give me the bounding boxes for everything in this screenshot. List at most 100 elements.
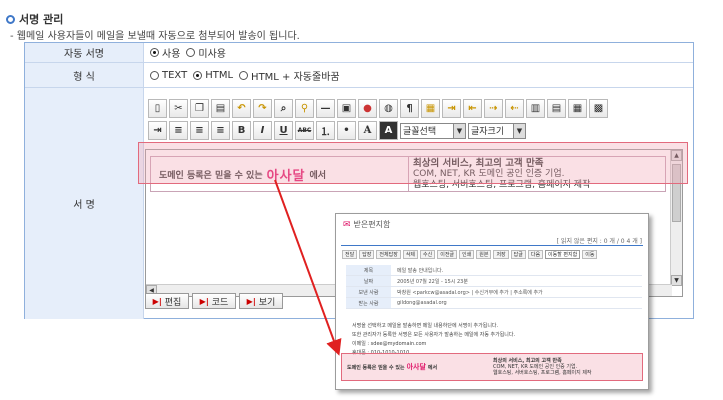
align-center-icon[interactable]: ≡ (190, 121, 209, 140)
preview-header-row: 보낸 사람 박창원 <parkcw@asadal.org> | 수신거부에 추가… (346, 287, 642, 298)
find-icon[interactable]: ⌕ (274, 99, 293, 118)
preview-forward-button[interactable]: 전달 (342, 250, 358, 259)
format-html-autowrap-radio[interactable]: HTML + 자동줄바꿈 (239, 68, 340, 83)
preview-title-text: 받은편지함 (353, 220, 391, 229)
preview-reply-button[interactable]: 답장 (359, 250, 375, 259)
format-text-radio[interactable]: TEXT (150, 70, 187, 81)
section-description: - 웹메일 사용자들이 메일을 보낼때 자동으로 첨부되어 발송이 됩니다. (10, 31, 300, 42)
paste-icon[interactable]: ▤ (211, 99, 230, 118)
background-color-icon[interactable]: A (379, 121, 398, 140)
font-size-select-value: 글자크기 (471, 127, 505, 137)
mode-marker-icon: ▶| (152, 296, 162, 306)
preview-next-button[interactable]: 다음 (527, 250, 544, 259)
preview-signature-left: 도메인 등록은 믿을 수 있는 아사달 에서 (342, 354, 493, 380)
cut-icon[interactable]: ✂ (169, 99, 188, 118)
radio-selected-icon (150, 48, 159, 57)
section-title: 서명 관리 (6, 11, 63, 27)
split-cells-icon[interactable]: ▤ (547, 99, 566, 118)
mode-marker-icon: ▶| (199, 296, 209, 306)
strikethrough-button[interactable]: ABC (295, 121, 314, 140)
preview-title: ✉ 받은편지함 (343, 219, 390, 230)
copy-icon[interactable]: ❐ (190, 99, 209, 118)
radio-label: HTML + 자동줄바꿈 (251, 71, 340, 83)
radio-label: 미사용 (198, 49, 227, 60)
radio-selected-icon (193, 70, 203, 80)
redo-icon[interactable]: ↷ (253, 99, 272, 118)
mail-preview-popup: ✉ 받은편지함 [ 읽지 않은 편지 : 0 개 / 0 4 개 ] 전달 답장… (335, 213, 649, 390)
signature-label: 서 명 (25, 88, 144, 319)
italic-button[interactable]: I (253, 121, 272, 140)
preview-toolbar: 전달 답장 전체답장 삭제 수신 이전글 인쇄 원본 저장 답글 다음 이동할 … (342, 250, 598, 259)
font-family-select-value: 글꼴선택 (403, 127, 437, 137)
preview-move-button[interactable]: 이동 (582, 250, 598, 259)
preview-mode-button[interactable]: ▶| 보기 (239, 293, 283, 309)
font-size-select[interactable]: 글자크기 ▼ (468, 122, 526, 139)
radio-label: 사용 (162, 49, 181, 60)
paragraph-icon[interactable]: ¶ (400, 99, 419, 118)
preview-receive-button[interactable]: 수신 (420, 250, 436, 259)
editor-toolbar-row-2: ⇥ ≡ ≡ ≡ B I U ABC ⒈ • A A 글꼴선택 ▼ 글자크기 ▼ (148, 121, 526, 140)
merge-cells-icon[interactable]: ▥ (526, 99, 545, 118)
mode-label: 보기 (258, 297, 276, 308)
ordered-list-icon[interactable]: ⒈ (316, 121, 335, 140)
unordered-list-icon[interactable]: • (337, 121, 356, 140)
preview-unread-count: [ 읽지 않은 편지 : 0 개 / 0 4 개 ] (556, 238, 642, 245)
preview-signature-suffix: 에서 (427, 364, 438, 371)
format-label: 형 식 (25, 63, 144, 87)
preview-save-button[interactable]: 저장 (493, 250, 509, 259)
preview-header-key: 받는 사람 (346, 298, 391, 308)
preview-divider (341, 245, 643, 246)
chevron-down-icon: ▼ (513, 123, 525, 138)
insert-column-icon[interactable]: ⇢ (484, 99, 503, 118)
delete-row-icon[interactable]: ⇤ (463, 99, 482, 118)
delete-column-icon[interactable]: ⇠ (505, 99, 524, 118)
preview-signature: 도메인 등록은 믿을 수 있는 아사달 에서 최상의 서비스, 최고의 고객 만… (341, 353, 643, 381)
preview-header-value: 박창원 <parkcw@asadal.org> | 수신거부에 추가 | 주소록… (397, 289, 543, 296)
scroll-down-icon[interactable]: ▼ (671, 275, 682, 286)
table-properties-icon[interactable]: ▩ (589, 99, 608, 118)
image-icon[interactable]: ▣ (337, 99, 356, 118)
link-icon[interactable]: ⚲ (295, 99, 314, 118)
radio-unselected-icon (150, 70, 159, 80)
underline-button[interactable]: U (274, 121, 293, 140)
preview-header-key: 제목 (346, 265, 391, 275)
auto-signature-use-radio[interactable]: 사용 (150, 45, 180, 60)
indent-icon[interactable]: ⇥ (148, 121, 167, 140)
code-mode-button[interactable]: ▶| 코드 (192, 293, 236, 309)
font-family-select[interactable]: 글꼴선택 ▼ (400, 122, 466, 139)
new-document-icon[interactable]: ▯ (148, 99, 167, 118)
preview-delete-button[interactable]: 삭제 (402, 250, 419, 259)
insert-row-icon[interactable]: ⇥ (442, 99, 461, 118)
preview-move-select[interactable]: 이동할 편지함 (545, 250, 581, 259)
horizontal-rule-icon[interactable]: — (316, 99, 335, 118)
bold-button[interactable]: B (232, 121, 251, 140)
editor-mode-buttons: ▶| 편집 ▶| 코드 ▶| 보기 (145, 293, 283, 309)
auto-signature-label: 자동 서명 (25, 43, 144, 62)
preview-reply-thread-button[interactable]: 답글 (510, 250, 526, 259)
align-right-icon[interactable]: ≡ (211, 121, 230, 140)
preview-print-button[interactable]: 인쇄 (459, 250, 475, 259)
font-color-button[interactable]: A (358, 121, 377, 140)
align-left-icon[interactable]: ≡ (169, 121, 188, 140)
preview-reply-all-button[interactable]: 전체답장 (376, 250, 401, 259)
preview-header-key: 날짜 (346, 276, 391, 286)
edit-mode-button[interactable]: ▶| 편집 (145, 293, 189, 309)
preview-prev-button[interactable]: 이전글 (437, 250, 458, 259)
table-icon[interactable]: ▦ (421, 99, 440, 118)
mode-label: 편집 (164, 297, 182, 308)
preview-source-button[interactable]: 원본 (476, 250, 492, 259)
radio-label: HTML (205, 69, 234, 81)
auto-signature-unuse-radio[interactable]: 미사용 (186, 45, 226, 60)
format-html-radio[interactable]: HTML (193, 70, 233, 81)
color-palette-icon[interactable]: ◍ (379, 99, 398, 118)
flash-icon[interactable]: ● (358, 99, 377, 118)
mode-label: 코드 (211, 297, 229, 308)
preview-header-key: 보낸 사람 (346, 287, 391, 297)
cell-properties-icon[interactable]: ▦ (568, 99, 587, 118)
preview-header-value: 2005년 07월 22일 - 15시 23분 (397, 278, 468, 285)
signature-highlight (138, 142, 688, 184)
undo-icon[interactable]: ↶ (232, 99, 251, 118)
section-title-text: 서명 관리 (19, 13, 64, 26)
radio-label: TEXT (162, 69, 188, 81)
preview-signature-right: 최상의 서비스, 최고의 고객 만족 COM, NET, KR 도메인 공인 인… (493, 354, 592, 380)
